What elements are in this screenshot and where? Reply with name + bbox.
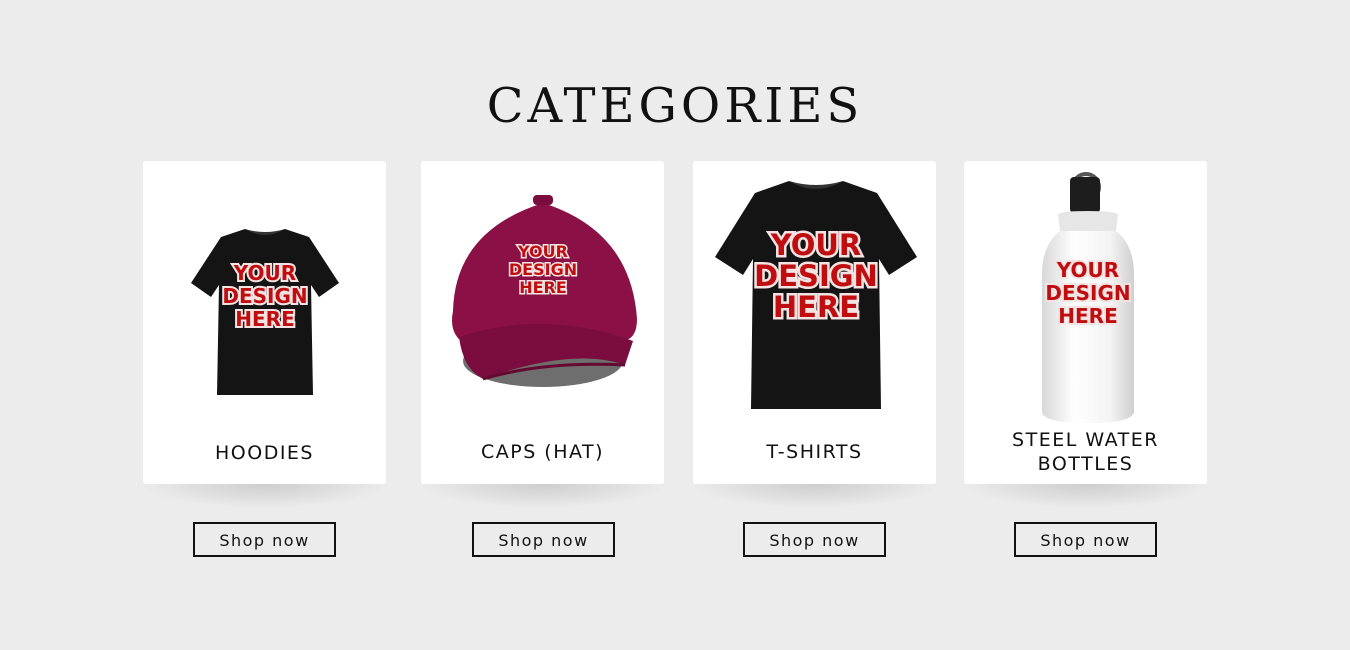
design-text-line: YOUR	[770, 228, 862, 262]
cap-icon: YOUR DESIGN HERE	[452, 195, 637, 387]
category-label-line: BOTTLES	[1037, 453, 1134, 475]
shop-now-button-caps[interactable]: Shop now	[472, 522, 615, 557]
card-shadow	[964, 484, 1207, 508]
category-card-caps[interactable]: YOUR DESIGN HERE CAPS (HAT)	[421, 161, 664, 484]
design-text-line: HERE	[773, 290, 859, 324]
category-card-water-bottles[interactable]: YOUR DESIGN HERE STEEL WATER BOTTLES	[964, 161, 1207, 484]
design-text-line: DESIGN	[509, 260, 577, 279]
design-text-line: DESIGN	[1045, 281, 1130, 305]
design-text-line: YOUR	[1056, 258, 1119, 282]
shop-now-button-hoodies[interactable]: Shop now	[193, 522, 336, 557]
category-label-line: STEEL WATER	[1012, 429, 1159, 451]
design-text-line: HERE	[519, 278, 567, 297]
tshirt-icon: YOUR DESIGN HERE	[715, 181, 917, 409]
shop-now-button-water-bottles[interactable]: Shop now	[1014, 522, 1157, 557]
design-text-line: YOUR	[233, 261, 296, 285]
card-shadow	[143, 484, 386, 508]
design-text-line: DESIGN	[222, 284, 307, 308]
card-shadow	[693, 484, 936, 508]
category-label: HOODIES	[215, 442, 314, 464]
category-label: CAPS (HAT)	[480, 441, 605, 463]
design-text-line: HERE	[235, 307, 294, 331]
water-bottle-icon: YOUR DESIGN HERE	[1042, 172, 1134, 423]
design-text-line: YOUR	[517, 242, 568, 261]
category-card-tshirts[interactable]: YOUR DESIGN HERE T-SHIRTS	[693, 161, 936, 484]
tshirt-icon: YOUR DESIGN HERE	[191, 229, 339, 395]
design-text-line: HERE	[1058, 304, 1117, 328]
card-shadow	[421, 484, 664, 508]
design-text-line: DESIGN	[754, 259, 878, 293]
shop-now-button-tshirts[interactable]: Shop now	[743, 522, 886, 557]
category-label: T-SHIRTS	[766, 441, 863, 463]
category-card-hoodies[interactable]: YOUR DESIGN HERE HOODIES	[143, 161, 386, 484]
page-title: CATEGORIES	[486, 78, 864, 134]
